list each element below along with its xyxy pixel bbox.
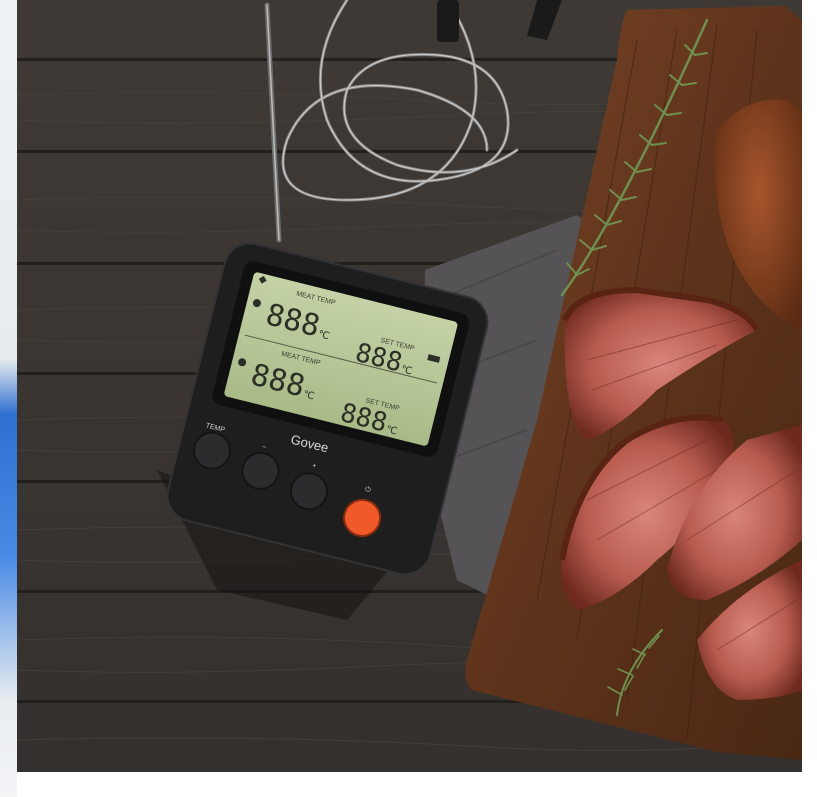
product-photo: MEAT TEMP SET TEMP MEAT TEMP SET TEMP 88… xyxy=(17,0,802,772)
page-margin-bottom xyxy=(17,772,802,797)
page-margin-right xyxy=(802,0,817,797)
adjacent-image-edge xyxy=(0,0,17,797)
